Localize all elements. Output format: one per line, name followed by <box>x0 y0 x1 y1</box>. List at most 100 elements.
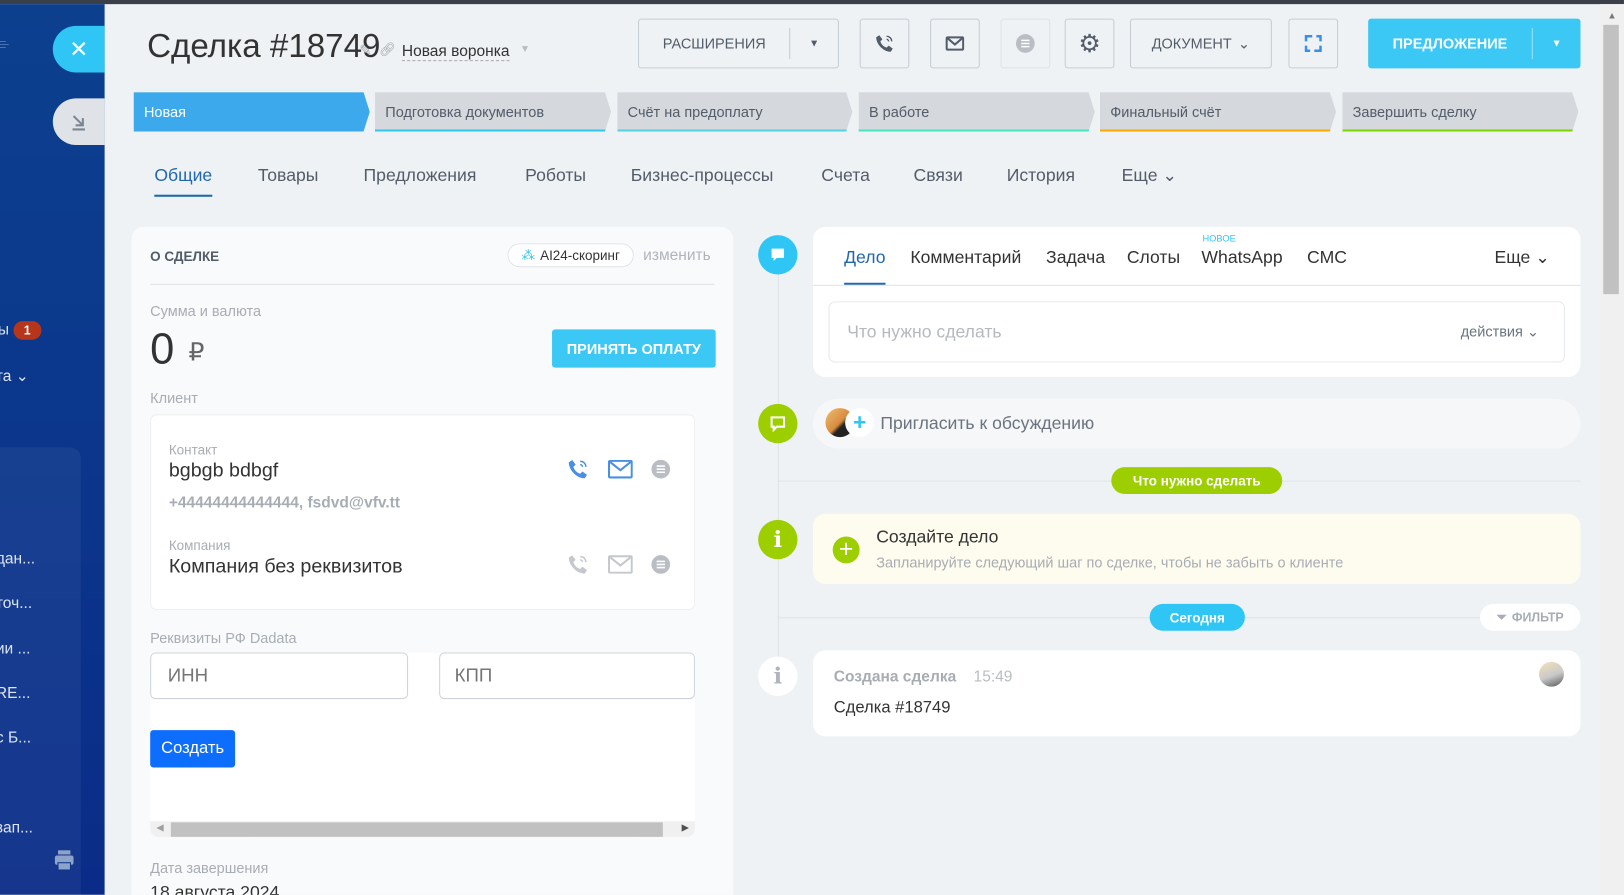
funnel-selector[interactable]: Новая воронка <box>401 42 510 62</box>
document-button[interactable]: ДОКУМЕНТ ⌄ <box>1129 18 1272 69</box>
contact-name[interactable]: bgbgb bdbgf <box>169 460 278 483</box>
actions-dropdown[interactable]: действия ⌄ <box>1461 323 1539 341</box>
activity-tab-label: Комментарий <box>910 247 1022 268</box>
funnel-label: Новая воронка <box>401 42 510 61</box>
vertical-scrollbar[interactable]: ▲ <box>1600 4 1624 895</box>
tab-2[interactable]: Товары <box>258 166 319 187</box>
activity-input[interactable]: Что нужно сделать действия ⌄ <box>828 301 1565 363</box>
settings-button[interactable]: ⚙ <box>1064 18 1115 69</box>
info-icon: i <box>758 656 798 696</box>
accept-payment-button[interactable]: ПРИНЯТЬ ОПЛАТУ <box>552 329 716 368</box>
activity-tab-6[interactable]: СМС <box>1307 248 1347 269</box>
minimize-slider-button[interactable] <box>52 98 105 145</box>
tab-6[interactable]: Счета <box>821 166 870 187</box>
chevron-down-icon[interactable]: ▼ <box>520 43 530 54</box>
activity-tab-label: СМС <box>1307 247 1347 268</box>
company-label: Компания <box>168 537 231 554</box>
filter-button[interactable]: ⏷ ФИЛЬТР <box>1480 603 1581 631</box>
client-block <box>150 414 695 611</box>
scroll-right-icon[interactable]: ▶ <box>682 822 689 833</box>
activity-tab-1[interactable]: Дело <box>844 248 885 269</box>
printer-icon[interactable] <box>54 849 75 876</box>
company-mail-icon[interactable] <box>607 555 633 579</box>
sidebar-item[interactable]: с Б... <box>0 729 31 747</box>
close-icon: ✕ <box>69 35 89 62</box>
sidebar-item[interactable]: RE... <box>0 685 30 703</box>
invite-bar[interactable]: + Пригласить к обсуждению <box>813 398 1581 449</box>
sidebar-item[interactable]: зап... <box>0 819 33 837</box>
pin-icon[interactable]: ⌯ <box>0 35 9 54</box>
contact-chat-icon[interactable] <box>650 459 671 485</box>
counter-badge: 1 <box>13 321 42 340</box>
email-button[interactable] <box>930 18 980 69</box>
activity-tab-label: Дело <box>844 247 886 268</box>
stage-6[interactable]: Завершить сделку <box>1342 92 1578 131</box>
scrollbar-thumb[interactable] <box>170 822 663 837</box>
horizontal-scrollbar[interactable]: ◀ ▶ <box>150 821 695 837</box>
sidebar-item[interactable]: дан... <box>0 550 35 568</box>
chat-button[interactable] <box>1000 18 1051 69</box>
activity-tab-5[interactable]: WhatsApp <box>1201 248 1282 269</box>
tab-9[interactable]: Еще ⌄ <box>1122 166 1177 187</box>
edit-link[interactable]: изменить <box>643 246 711 264</box>
contact-call-icon[interactable] <box>567 458 590 486</box>
stage-4[interactable]: В работе <box>859 92 1095 131</box>
activity-tab-4[interactable]: Слоты <box>1127 248 1180 269</box>
sidebar-item[interactable]: ы 1 <box>0 321 42 340</box>
history-text[interactable]: Сделка #18749 <box>834 699 951 718</box>
scroll-up-icon[interactable]: ▲ <box>1607 10 1616 20</box>
sync-button[interactable] <box>1288 18 1339 69</box>
scrollbar-thumb[interactable] <box>1603 24 1619 295</box>
create-title: Создайте дело <box>876 527 999 547</box>
kpp-input[interactable] <box>439 652 695 700</box>
scroll-left-icon[interactable]: ◀ <box>156 822 163 833</box>
tab-3[interactable]: Предложения <box>364 166 477 187</box>
author-avatar[interactable] <box>1539 661 1564 687</box>
tab-7[interactable]: Связи <box>913 166 962 187</box>
offer-button[interactable]: ПРЕДЛОЖЕНИЕ ▼ <box>1368 18 1581 69</box>
stage-5[interactable]: Финальный счёт <box>1100 92 1336 131</box>
history-item: Создана сделка 15:49 Сделка #18749 <box>813 650 1581 737</box>
stage-2[interactable]: Подготовка документов <box>375 92 611 131</box>
link-icon[interactable]: 🔗︎ <box>379 41 396 58</box>
company-call-icon[interactable] <box>567 553 590 581</box>
contact-details: +44444444444444, fsdvd@vfv.tt <box>168 494 401 512</box>
contact-mail-icon[interactable] <box>607 459 633 484</box>
add-user-icon[interactable]: + <box>845 408 875 438</box>
activity-tab-3[interactable]: Задача <box>1046 248 1105 269</box>
tab-4[interactable]: Роботы <box>525 166 586 187</box>
tab-1[interactable]: Общие <box>154 165 213 197</box>
close-date-value[interactable]: 18 августа 2024 <box>150 882 279 894</box>
stage-1[interactable]: Новая <box>134 92 370 131</box>
activity-tab-7[interactable]: Еще ⌄ <box>1495 248 1550 269</box>
caret-down-icon[interactable]: ▼ <box>790 38 837 49</box>
ai-scoring-button[interactable]: ⁂ AI24-скоринг <box>507 243 634 268</box>
actions-label: действия <box>1460 323 1523 340</box>
create-button[interactable]: Создать <box>150 730 236 768</box>
tab-label: Товары <box>257 165 319 186</box>
sidebar-item[interactable]: та ⌄ <box>0 367 29 386</box>
window-top-bar <box>0 0 1624 5</box>
comment-icon <box>758 403 798 444</box>
edit-title-icon[interactable]: ✎ <box>359 41 371 59</box>
caret-down-icon[interactable]: ▼ <box>1533 38 1581 49</box>
plus-icon[interactable]: + <box>832 536 860 564</box>
stage-3[interactable]: Счёт на предоплату <box>617 92 852 131</box>
tab-8[interactable]: История <box>1007 166 1075 187</box>
call-button[interactable] <box>859 18 910 69</box>
chat-icon <box>1016 34 1035 53</box>
tab-label: Общие <box>154 165 213 186</box>
company-chat-icon[interactable] <box>650 554 671 580</box>
tab-5[interactable]: Бизнес-процессы <box>631 166 774 187</box>
activity-tab-2[interactable]: Комментарий <box>910 248 1021 269</box>
chevron-down-icon: ⌄ <box>1237 34 1251 52</box>
sidebar-item[interactable]: ии ... <box>0 640 30 658</box>
sidebar-item[interactable]: точ... <box>0 594 32 612</box>
inn-input[interactable] <box>150 652 409 700</box>
company-name[interactable]: Компания без реквизитов <box>169 556 403 579</box>
close-slider-button[interactable]: ✕ <box>52 25 105 73</box>
invite-label: Пригласить к обсуждению <box>880 413 1095 433</box>
chevron-down-icon: ⌄ <box>1157 165 1178 186</box>
create-activity-card[interactable]: + Создайте дело Запланируйте следующий ш… <box>813 513 1581 585</box>
extensions-button[interactable]: РАСШИРЕНИЯ ▼ <box>637 18 839 69</box>
